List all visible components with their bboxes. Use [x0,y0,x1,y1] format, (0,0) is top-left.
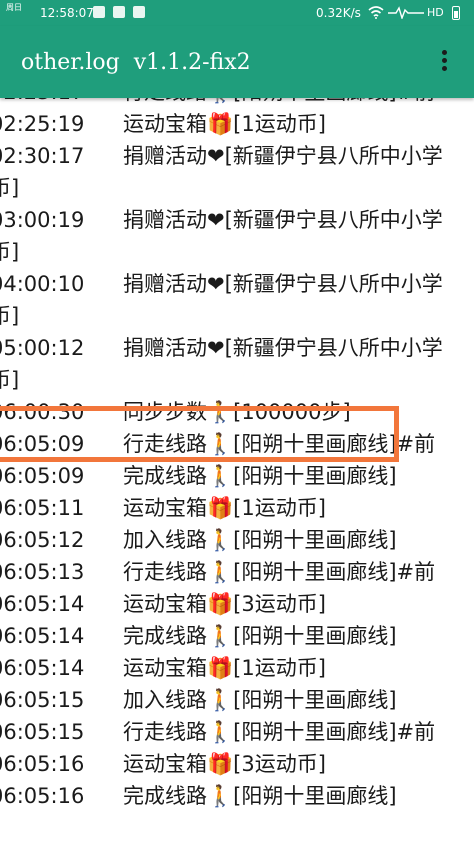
log-line: 05:00:12 捐赠活动❤[新疆伊宁县八所中小学 [0,332,443,364]
log-timestamp: 06:05:16 [0,752,85,776]
log-line: 币] [0,364,19,396]
log-timestamp: 03:00:19 [0,208,85,232]
signal-icon [388,6,424,19]
log-message: 运动宝箱🎁[1运动币] [123,656,326,680]
log-timestamp: 02:30:17 [0,144,85,168]
log-line: 06:05:15 行走线路🚶[阳朔十里画廊线]#前 [0,716,435,748]
log-line: 06:05:16 完成线路🚶[阳朔十里画廊线] [0,780,397,812]
log-line: 06:05:11 运动宝箱🎁[1运动币] [0,492,326,524]
log-timestamp: 06:05:13 [0,560,85,584]
log-line: 06:05:13 行走线路🚶[阳朔十里画廊线]#前 [0,556,435,588]
log-message: 行走线路🚶[阳朔十里画廊线]#前 [123,560,436,584]
log-line: 06:05:14 完成线路🚶[阳朔十里画廊线] [0,620,397,652]
log-line: 03:00:19 捐赠活动❤[新疆伊宁县八所中小学 [0,204,443,236]
log-message: 币] [0,176,20,200]
log-message: 加入线路🚶[阳朔十里画廊线] [123,688,397,712]
status-bar: 周日 12:58:07 0.32K/s HD [0,0,474,26]
log-timestamp: 06:05:14 [0,592,85,616]
log-message: 捐赠活动❤[新疆伊宁县八所中小学 [123,336,443,360]
log-timestamp: 06:05:15 [0,688,85,712]
log-timestamp: 02:25:19 [0,112,85,136]
app-icon [113,6,125,18]
log-timestamp: 06:05:14 [0,656,85,680]
log-message: 完成线路🚶[阳朔十里画廊线] [123,464,397,488]
log-timestamp: 06:05:09 [0,464,85,488]
log-list[interactable]: 02:25:17行走线路🚶[阳朔十里画廊线]#前02:25:19运动宝箱🎁[1运… [0,98,474,842]
log-timestamp: 02:25:17 [0,98,123,108]
battery-icon [452,6,460,20]
network-type: HD [427,6,444,19]
log-timestamp: 06:05:15 [0,720,85,744]
log-message: 运动宝箱🎁[1运动币] [123,112,326,136]
log-line: 04:00:10 捐赠活动❤[新疆伊宁县八所中小学 [0,268,443,300]
highlight-box [0,406,399,462]
log-message: 捐赠活动❤[新疆伊宁县八所中小学 [123,144,443,168]
log-message: 运动宝箱🎁[1运动币] [123,496,326,520]
log-message: 完成线路🚶[阳朔十里画廊线] [123,784,397,808]
log-timestamp: 06:05:12 [0,528,85,552]
log-timestamp: 06:05:16 [0,784,85,808]
log-timestamp: 06:05:14 [0,624,85,648]
log-line: 06:05:14 运动宝箱🎁[3运动币] [0,588,326,620]
log-line: 06:05:16 运动宝箱🎁[3运动币] [0,748,326,780]
page-title: other.log v1.1.2-fix2 [21,50,251,75]
app-bar: other.log v1.1.2-fix2 [0,26,474,98]
log-message: 加入线路🚶[阳朔十里画廊线] [123,528,397,552]
log-message: 币] [0,368,20,392]
log-message: 行走线路🚶[阳朔十里画廊线]#前 [123,720,436,744]
log-timestamp: 04:00:10 [0,272,85,296]
log-line: 06:05:09 完成线路🚶[阳朔十里画廊线] [0,460,397,492]
log-line: 币] [0,300,19,332]
log-message: 币] [0,240,20,264]
weekday-label: 周日 [6,3,22,12]
log-line: 币] [0,172,19,204]
log-line: 02:25:19 运动宝箱🎁[1运动币] [0,108,326,140]
log-message: 捐赠活动❤[新疆伊宁县八所中小学 [123,272,443,296]
log-line: 币] [0,236,19,268]
app-icon [133,6,145,18]
log-message: 行走线路🚶[阳朔十里画廊线]#前 [123,98,435,104]
more-options-button[interactable] [434,48,454,78]
clock: 12:58:07 [40,6,94,20]
log-line: 02:30:17 捐赠活动❤[新疆伊宁县八所中小学 [0,140,443,172]
network-speed: 0.32K/s [316,6,361,20]
log-message: 运动宝箱🎁[3运动币] [123,592,326,616]
log-message: 捐赠活动❤[新疆伊宁县八所中小学 [123,208,443,232]
log-line: 06:05:12 加入线路🚶[阳朔十里画廊线] [0,524,397,556]
more-vert-icon [434,50,454,71]
log-message: 币] [0,304,20,328]
log-message: 运动宝箱🎁[3运动币] [123,752,326,776]
log-message: 完成线路🚶[阳朔十里画廊线] [123,624,397,648]
notification-icon [93,6,105,18]
log-line: 06:05:14 运动宝箱🎁[1运动币] [0,652,326,684]
wifi-icon [368,6,384,19]
log-timestamp: 05:00:12 [0,336,85,360]
log-line: 02:25:17行走线路🚶[阳朔十里画廊线]#前 [0,98,435,108]
log-line: 06:05:15 加入线路🚶[阳朔十里画廊线] [0,684,397,716]
log-timestamp: 06:05:11 [0,496,85,520]
